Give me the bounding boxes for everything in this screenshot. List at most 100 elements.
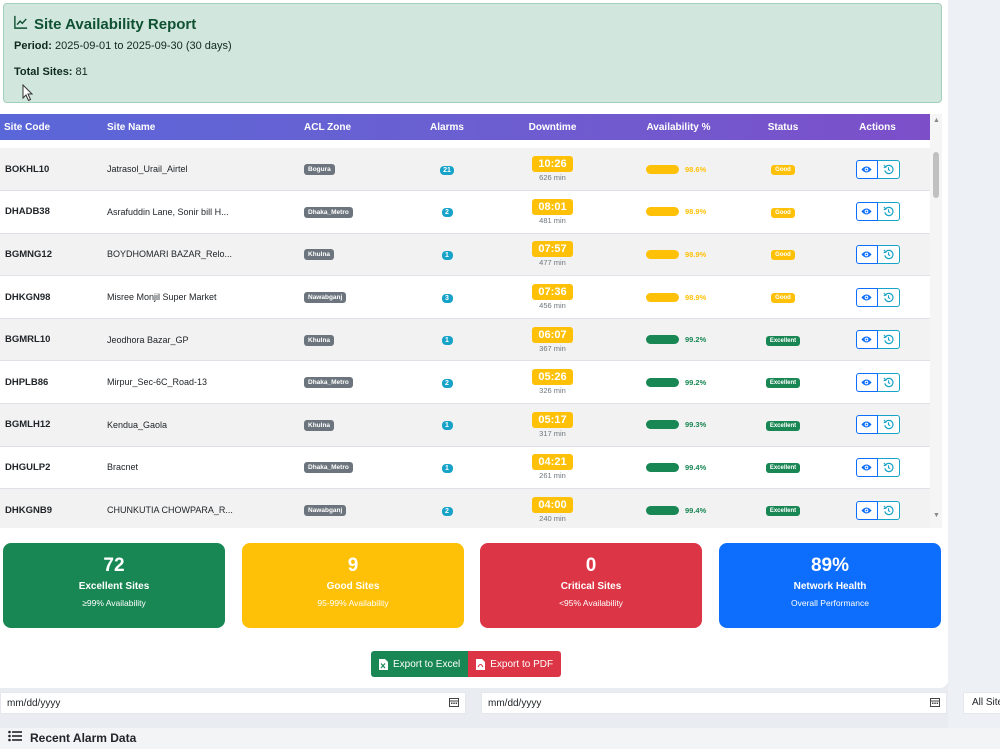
history-button[interactable]: [877, 244, 900, 264]
column-header[interactable]: Status: [741, 114, 825, 140]
downtime-badge: 06:07: [532, 326, 573, 343]
excellent-sites-count: 72: [103, 555, 125, 576]
view-details-button[interactable]: [855, 372, 878, 392]
status-cell: Excellent: [741, 489, 825, 528]
acl-zone-cell: Dhaka_Metro: [300, 361, 405, 404]
acl-zone-badge: Nawabganj: [304, 292, 347, 304]
site-name: Jeodhora Bazar_GP: [107, 334, 189, 345]
eye-icon: [861, 208, 872, 215]
export-pdf-button[interactable]: Export to PDF: [468, 651, 562, 677]
scroll-thumb[interactable]: [933, 152, 939, 198]
table-row[interactable]: DHGULP2 Bracnet Dhaka_Metro 1 04:21 261 min 99…: [0, 446, 930, 489]
column-header[interactable]: Availability %: [616, 114, 741, 140]
report-modal: Site Availability Report Period: 2025-09…: [0, 0, 948, 688]
view-details-button[interactable]: [855, 287, 878, 307]
view-details-button[interactable]: [855, 415, 878, 435]
status-cell: Excellent: [741, 361, 825, 404]
acl-zone-cell: Dhaka_Metro: [300, 446, 405, 489]
eye-icon: [861, 421, 872, 428]
alarm-count-badge: 2: [441, 378, 453, 388]
view-details-button[interactable]: [855, 457, 878, 477]
site-name: Bracnet: [107, 462, 139, 473]
status-badge: Good: [771, 165, 795, 176]
report-title-text: Site Availability Report: [34, 15, 197, 33]
site-filter-select[interactable]: All Sites: [963, 692, 1000, 714]
table-row[interactable]: DHADB38 Asrafuddin Lane, Sonir bill H... D…: [0, 191, 930, 234]
availability-bar: [646, 335, 679, 345]
alarms-cell: 3: [405, 276, 489, 319]
site-name: Mirpur_Sec-6C_Road-13: [107, 377, 208, 388]
downtime-cell: 08:01 481 min: [489, 191, 616, 234]
site-code: DHADB38: [5, 206, 50, 218]
column-header[interactable]: Alarms: [405, 114, 489, 140]
calendar-icon[interactable]: [930, 697, 940, 710]
history-button[interactable]: [877, 457, 900, 477]
view-details-button[interactable]: [855, 159, 878, 179]
availability-percent: 98.6%: [685, 164, 707, 174]
network-health-value: 89%: [810, 555, 850, 576]
acl-zone-cell: Khulna: [300, 233, 405, 276]
network-health-label: Network Health: [793, 581, 867, 592]
history-button[interactable]: [877, 415, 900, 435]
status-cell: Excellent: [741, 318, 825, 361]
table-row[interactable]: DHKGN98 Misree Monjil Super Market Nawabga…: [0, 276, 930, 319]
availability-percent: 99.2%: [685, 335, 707, 345]
downtime-minutes: 240 min: [539, 514, 566, 524]
critical-sites-label: Critical Sites: [560, 581, 622, 592]
status-badge: Good: [771, 250, 795, 261]
history-button[interactable]: [877, 500, 900, 520]
alarm-count-badge: 2: [441, 208, 453, 218]
view-details-button[interactable]: [855, 202, 878, 222]
status-badge: Excellent: [765, 463, 801, 474]
site-availability-table-container[interactable]: Site Code Site Name ACL Zone Alarms Down…: [0, 114, 930, 528]
network-health-sub: Overall Performance: [791, 598, 869, 608]
end-date-input[interactable]: mm/dd/yyyy: [481, 692, 947, 714]
column-header[interactable]: Site Code: [0, 114, 103, 140]
start-date-input[interactable]: mm/dd/yyyy: [0, 692, 466, 714]
table-row[interactable]: BOKHL10 Jatrasol_Urail_Airtel Bogura 21 10:2…: [0, 148, 930, 191]
alarms-cell: 2: [405, 361, 489, 404]
alarm-count-badge: 3: [441, 293, 453, 303]
downtime-cell: 07:36 456 min: [489, 276, 616, 319]
history-button[interactable]: [877, 287, 900, 307]
site-code: DHPLB86: [5, 376, 49, 388]
table-row[interactable]: BGMNG12 BOYDHOMARI BAZAR_Relo... Khulna 1 07…: [0, 233, 930, 276]
column-header[interactable]: ACL Zone: [300, 114, 405, 140]
status-badge: Excellent: [765, 378, 801, 389]
column-header: Actions: [859, 121, 896, 133]
history-button[interactable]: [877, 372, 900, 392]
availability-percent: 99.4%: [685, 462, 707, 472]
table-row[interactable]: DHKGNB9 CHUNKUTIA CHOWPARA_R... Nawabganj 2…: [0, 488, 930, 528]
history-icon: [882, 462, 894, 473]
status-badge: Excellent: [765, 335, 801, 346]
downtime-badge: 10:26: [532, 156, 573, 173]
availability-cell: 99.2%: [616, 318, 741, 361]
view-details-button[interactable]: [855, 244, 878, 264]
history-icon: [882, 164, 894, 174]
export-excel-button[interactable]: Export to Excel: [371, 651, 469, 677]
table-row[interactable]: DHPLB86 Mirpur_Sec-6C_Road-13 Dhaka_Metro 2…: [0, 361, 930, 404]
view-details-button[interactable]: [855, 500, 878, 520]
actions-cell: [825, 446, 930, 489]
table-row[interactable]: BGMLH12 Kendua_Gaola Khulna 1 05:17 317 min 99…: [0, 403, 930, 447]
availability-percent: 99.4%: [685, 505, 707, 515]
table-row[interactable]: BGMRL10 Jeodhora Bazar_GP Khulna 1 06:07 367 …: [0, 318, 930, 361]
table-scrollbar[interactable]: ▲ ▼: [930, 114, 942, 528]
scroll-up-arrow-icon[interactable]: ▲: [933, 117, 940, 124]
alarms-cell: 1: [405, 318, 489, 361]
view-details-button[interactable]: [855, 330, 878, 350]
calendar-icon[interactable]: [449, 697, 459, 710]
export-excel-label: Export to Excel: [393, 658, 461, 670]
status-cell: Good: [741, 276, 825, 319]
period-value: 2025-09-01 to 2025-09-30 (30 days): [54, 40, 232, 52]
actions-cell: [825, 404, 930, 447]
downtime-minutes: 317 min: [539, 428, 566, 438]
status-cell: Excellent: [741, 404, 825, 447]
scroll-down-arrow-icon[interactable]: ▼: [933, 512, 940, 519]
history-button[interactable]: [877, 202, 900, 222]
history-button[interactable]: [877, 330, 900, 350]
column-header[interactable]: Site Name: [103, 114, 300, 140]
history-button[interactable]: [877, 159, 900, 179]
line-chart-icon: [14, 15, 28, 33]
column-header[interactable]: Downtime: [489, 114, 616, 140]
